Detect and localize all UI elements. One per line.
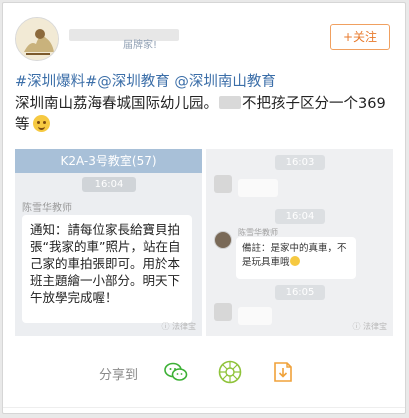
chat-timestamp: 16:05 — [275, 285, 325, 300]
save-icon[interactable] — [270, 359, 296, 385]
weibo-post-card: 届牌家! +关注 #深圳爆料#@深圳教育 @深圳南山教育 深圳南山荔海春城国际幼… — [2, 2, 406, 414]
redacted-text — [219, 96, 241, 109]
share-label: 分享到 — [99, 368, 139, 383]
blurred-message — [238, 307, 272, 325]
post-hashtags[interactable]: #深圳爆料#@深圳教育 @深圳南山教育 — [15, 72, 276, 92]
post-text: 深圳南山荔海春城国际幼儿园。 不把孩子区分一个369等 — [15, 94, 397, 136]
post-image-1[interactable]: K2A-3号教室(57) 16:04 陈雪华教师 通知：請每位家長給寶貝拍張“我… — [15, 149, 202, 336]
avatar-illustration — [16, 18, 58, 60]
image-watermark: ⓘ 法律宝 — [352, 322, 387, 331]
sender-avatar — [214, 231, 232, 249]
post-image-2[interactable]: 16:03 16:04 陈雪华教师 備註：是家中的真車，不是玩具車哦 16:05… — [206, 149, 393, 336]
post-text-before: 深圳南山荔海春城国际幼儿园。 — [15, 96, 218, 112]
emoji-icon — [289, 256, 300, 266]
image-watermark: ⓘ 法律宝 — [161, 322, 196, 331]
blurred-avatar — [214, 303, 232, 321]
sender-name: 陈雪华教师 — [22, 203, 72, 214]
chat-timestamp: 16:04 — [275, 209, 325, 224]
username[interactable]: 届牌家! — [69, 25, 189, 51]
chat-timestamp: 16:03 — [275, 155, 325, 170]
follow-button[interactable]: +关注 — [330, 24, 390, 50]
chat-message-bubble: 通知：請每位家長給寶貝拍張“我家的車”照片，站在自己家的車拍張即可。用於本班主題… — [22, 215, 192, 323]
chat-timestamp: 16:04 — [82, 177, 136, 192]
blurred-message — [238, 179, 278, 197]
chat-title-bar: K2A-3号教室(57) — [15, 149, 202, 173]
chat-message-bubble: 備註：是家中的真車，不是玩具車哦 — [236, 237, 356, 279]
user-avatar[interactable] — [15, 17, 59, 61]
moments-icon[interactable] — [217, 359, 243, 385]
username-tail: 届牌家! — [123, 40, 158, 51]
card-bottom-divider — [3, 407, 405, 408]
blurred-avatar — [214, 175, 232, 193]
smirk-emoji-icon — [32, 115, 50, 132]
wechat-icon[interactable] — [163, 359, 189, 385]
